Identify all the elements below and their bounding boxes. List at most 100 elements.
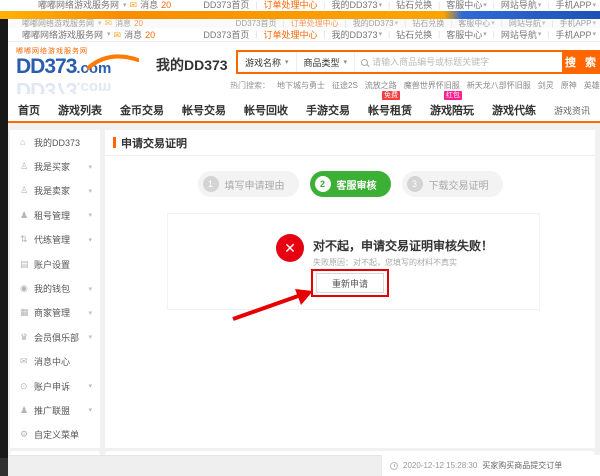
chevron-down-icon: ▾ bbox=[592, 28, 596, 42]
sidebar-item[interactable]: ✉ 消息中心 ▾ bbox=[10, 350, 100, 374]
chevron-down-icon: ▾ bbox=[88, 236, 92, 244]
utility-link-label: DD373首页 bbox=[203, 28, 249, 42]
game-name-dropdown[interactable]: 游戏名称 ▾ bbox=[238, 52, 296, 72]
utility-link-label: 客服中心 bbox=[446, 0, 482, 11]
utility-link[interactable]: | 订单处理中心 ▾ bbox=[249, 28, 317, 42]
message-link[interactable]: 消息 bbox=[115, 19, 131, 28]
utility-link[interactable]: | 订单处理中心 ▾ bbox=[277, 19, 339, 28]
hot-search-keyword[interactable]: 英雄联盟手游国际服 bbox=[584, 80, 600, 91]
sidebar-item-label: 会员俱乐部 bbox=[34, 331, 88, 344]
utility-link[interactable]: | 网站导航 ▾ bbox=[487, 28, 542, 42]
vip-club-icon: ♛ bbox=[20, 332, 34, 343]
sidebar-item[interactable]: ▦ 商家管理 ▾ bbox=[10, 301, 100, 325]
hot-search-keyword[interactable]: 原神 bbox=[561, 80, 577, 91]
separator: | bbox=[283, 19, 285, 28]
reapply-button[interactable]: 重新申请 bbox=[316, 273, 384, 293]
site-switcher[interactable]: 嘟嘟网络游戏服务网 ▾ ✉ 消息 20 bbox=[22, 28, 155, 42]
nav-item[interactable]: 首页 bbox=[18, 102, 40, 118]
utility-link[interactable]: | 客服中心 ▾ bbox=[444, 19, 495, 28]
dd373-logo[interactable]: 嘟嘟网络游戏服务网 DD373.com DD373.com bbox=[16, 46, 141, 94]
chevron-down-icon: ▾ bbox=[88, 309, 92, 317]
sidebar-item[interactable]: ♛ 会员俱乐部 ▾ bbox=[10, 325, 100, 349]
sidebar-item[interactable]: ♟ 租号管理 ▾ bbox=[10, 203, 100, 227]
utility-link[interactable]: | DD373首页 ▾ bbox=[203, 28, 249, 42]
utility-link[interactable]: | 我的DD373 ▾ bbox=[317, 0, 382, 11]
site-switcher[interactable]: 嘟嘟网络游戏服务网 ▾ ✉ 消息 20 bbox=[38, 0, 171, 11]
nav-item[interactable]: 手游交易 bbox=[306, 102, 350, 118]
page-utility-bar: 嘟嘟网络游戏服务网 ▾ ✉ 消息 20 | DD373首页 ▾ | 订单处理中心… bbox=[8, 28, 600, 42]
error-title: 对不起，申请交易证明审核失败！ bbox=[313, 237, 493, 254]
sidebar-item[interactable]: ⌂ 我的DD373 ▾ bbox=[10, 130, 100, 154]
mail-icon: ✉ bbox=[130, 0, 138, 11]
utility-link-label: 手机APP bbox=[555, 28, 591, 42]
nav-item[interactable]: 帐号交易 bbox=[182, 102, 226, 118]
sidebar-item[interactable]: ⚙ 自定义菜单 ▾ bbox=[10, 423, 100, 447]
utility-link[interactable]: | 我的DD373 ▾ bbox=[339, 19, 399, 28]
utility-link[interactable]: | 客服中心 ▾ bbox=[432, 28, 487, 42]
site-name: 嘟嘟网络游戏服务网 bbox=[22, 28, 103, 42]
nav-item[interactable]: 游戏列表 bbox=[58, 102, 102, 118]
utility-link[interactable]: | 手机APP ▾ bbox=[545, 19, 596, 28]
chevron-down-icon: ▾ bbox=[98, 19, 102, 28]
utility-link[interactable]: | 客服中心 ▾ bbox=[432, 0, 487, 11]
utility-link[interactable]: | DD373首页 ▾ bbox=[203, 0, 249, 11]
nav-item[interactable]: 游戏代练 bbox=[492, 102, 536, 118]
hot-search-keyword[interactable]: 征途2S bbox=[332, 80, 358, 91]
utility-link-label: 订单处理中心 bbox=[263, 28, 317, 42]
utility-link[interactable]: | 手机APP ▾ bbox=[541, 0, 596, 11]
site-switcher[interactable]: 嘟嘟网络游戏服务网 ▾ ✉ 消息 20 bbox=[22, 19, 143, 28]
hot-search-keyword[interactable]: 流放之路 bbox=[365, 80, 397, 91]
error-x-icon: ✕ bbox=[276, 234, 304, 262]
sidebar-item[interactable]: ⊙ 账户申诉 ▾ bbox=[10, 374, 100, 398]
sidebar-item[interactable]: ⇅ 代练管理 ▾ bbox=[10, 228, 100, 252]
sidebar-item[interactable]: ▤ 账户设置 ▾ bbox=[10, 252, 100, 276]
message-link[interactable]: 消息 bbox=[140, 0, 158, 11]
nav-badge: 红包 bbox=[444, 91, 462, 100]
sidebar-item-label: 自定义菜单 bbox=[34, 428, 92, 441]
sidebar-item[interactable]: ♟ 推广联盟 ▾ bbox=[10, 398, 100, 422]
search-input[interactable] bbox=[372, 52, 562, 72]
utility-link[interactable]: | 钻石兑换 ▾ bbox=[382, 28, 432, 42]
step-label: 客服审核 bbox=[337, 177, 377, 192]
nav-right-links: 游戏资讯 会员俱乐部 推广联盟 客服中心 bbox=[554, 104, 600, 117]
utility-link-label: DD373首页 bbox=[236, 19, 277, 28]
site-name: 嘟嘟网络游戏服务网 bbox=[38, 0, 119, 11]
sidebar-item-label: 我是卖家 bbox=[34, 184, 88, 197]
outer-utility-bar: 嘟嘟网络游戏服务网 ▾ ✉ 消息 20 | DD373首页 ▾ | 订单处理中心… bbox=[0, 0, 600, 11]
utility-link[interactable]: | 网站导航 ▾ bbox=[495, 19, 546, 28]
separator: | bbox=[493, 28, 495, 42]
hot-search-keyword[interactable]: 地下城与勇士 bbox=[277, 80, 325, 91]
separator: | bbox=[547, 0, 549, 11]
hot-search-keyword[interactable]: 新天龙八部怀旧服 bbox=[467, 80, 531, 91]
utility-link[interactable]: | 网站导航 ▾ bbox=[487, 0, 542, 11]
message-link[interactable]: 消息 bbox=[124, 28, 142, 42]
utility-link[interactable]: | 钻石兑换 ▾ bbox=[382, 0, 432, 11]
utility-link[interactable]: | 钻石兑换 ▾ bbox=[398, 19, 444, 28]
search-button[interactable]: 搜 索 bbox=[562, 52, 600, 72]
sidebar-item[interactable]: ◉ 我的钱包 ▾ bbox=[10, 276, 100, 300]
nav-item-label: 游戏代练 bbox=[492, 105, 536, 117]
nav-item[interactable]: 免费 帐号租赁 bbox=[368, 102, 412, 118]
utility-link[interactable]: | 我的DD373 ▾ bbox=[317, 28, 382, 42]
hot-search-keyword[interactable]: 魔兽世界怀旧服 bbox=[404, 80, 460, 91]
nav-right-link[interactable]: 游戏资讯 bbox=[554, 104, 590, 117]
nav-item[interactable]: 金币交易 bbox=[120, 102, 164, 118]
utility-link[interactable]: | DD373首页 ▾ bbox=[236, 19, 277, 28]
dd373-my-account-page: 嘟嘟网络游戏服务网 ▾ ✉ 消息 20 | DD373首页 ▾ | 订单处理中心… bbox=[0, 0, 600, 476]
separator: | bbox=[547, 28, 549, 42]
wallet-icon: ◉ bbox=[20, 283, 34, 294]
utility-link[interactable]: | 订单处理中心 ▾ bbox=[249, 0, 317, 11]
separator: | bbox=[255, 0, 257, 11]
product-type-dropdown-label: 商品类型 bbox=[304, 56, 340, 69]
sidebar-item[interactable]: ♙ 我是卖家 ▾ bbox=[10, 179, 100, 203]
gradient-banner bbox=[0, 11, 600, 19]
hot-search-keywords: 地下城与勇士 征途2S 流放之路 魔兽世界怀旧服 新天龙八部怀旧服 剑灵 原神 … bbox=[277, 80, 600, 91]
hot-search-keyword[interactable]: 剑灵 bbox=[538, 80, 554, 91]
nav-item[interactable]: 帐号回收 bbox=[244, 102, 288, 118]
nav-item[interactable]: 红包 游戏陪玩 bbox=[430, 102, 474, 118]
search-icon bbox=[361, 59, 368, 66]
sidebar-item[interactable]: ♙ 我是买家 ▾ bbox=[10, 154, 100, 178]
product-type-dropdown[interactable]: 商品类型 ▾ bbox=[296, 52, 355, 72]
utility-link[interactable]: | 手机APP ▾ bbox=[541, 28, 596, 42]
title-accent-bar bbox=[113, 137, 116, 148]
